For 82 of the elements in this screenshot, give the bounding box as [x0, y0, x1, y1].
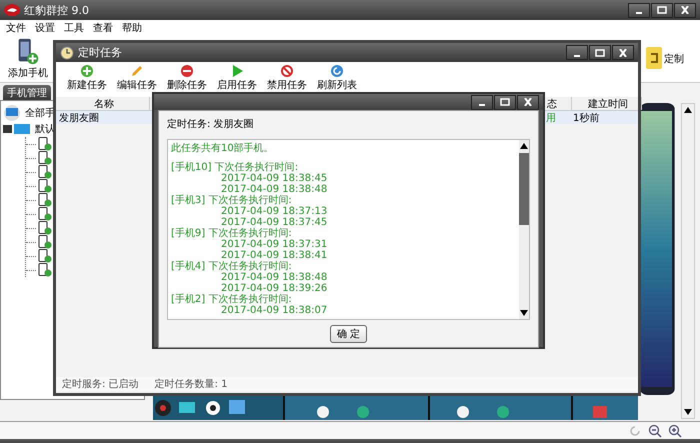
folder-icon [3, 123, 31, 135]
zoom-in-icon[interactable] [668, 424, 682, 438]
minimize-icon [479, 104, 485, 106]
phone-icon[interactable] [38, 207, 52, 221]
log-text-area[interactable] [167, 139, 530, 320]
maximize-button[interactable] [589, 45, 611, 60]
menu-item[interactable]: 文件 [6, 21, 26, 35]
menu-item[interactable]: 工具 [64, 21, 84, 35]
phone-icon[interactable] [38, 137, 52, 151]
pencil-icon [130, 64, 144, 78]
close-icon [523, 98, 533, 106]
column-header[interactable]: 态 [547, 97, 572, 110]
scroll-up-icon[interactable] [684, 107, 692, 113]
maximize-icon [657, 6, 667, 14]
phone-icon[interactable] [38, 151, 52, 165]
window-title: 定时任务 [78, 45, 122, 60]
table-cell-text: 发朋友圈 [58, 112, 100, 124]
scroll-down-icon[interactable] [684, 409, 692, 415]
play-icon [230, 64, 244, 78]
status-text: 定时服务: 已启动 [62, 378, 139, 391]
monitor-icon [3, 105, 21, 121]
log-line: 2017-04-09 18:37:31 [221, 239, 328, 250]
ok-button[interactable]: 确 定 [330, 325, 368, 343]
close-icon [680, 6, 690, 14]
table-cell-text: 用 [546, 112, 557, 124]
log-line: 2017-04-09 18:37:13 [221, 206, 328, 217]
log-line: 2017-04-09 18:38:07 [221, 305, 328, 316]
log-line: 2017-04-09 18:37:45 [221, 217, 328, 228]
log-line: 2017-04-09 18:38:48 [221, 184, 328, 195]
log-line: 2017-04-09 18:38:41 [221, 250, 328, 261]
maximize-button[interactable] [494, 94, 516, 110]
phone-icon[interactable] [38, 263, 52, 277]
close-button[interactable] [517, 94, 539, 110]
close-button[interactable] [612, 45, 634, 60]
log-line: 2017-04-09 18:39:26 [221, 283, 328, 294]
menu-item[interactable]: 帮助 [122, 21, 142, 35]
phone-icon[interactable] [38, 193, 52, 207]
phone-icon[interactable] [38, 249, 52, 263]
status-text: 定时任务数量: 1 [154, 378, 228, 391]
log-line: [手机10] 下次任务执行时间: [171, 162, 298, 173]
document-icon [644, 46, 664, 72]
scrollbar[interactable] [681, 103, 695, 419]
minimize-button[interactable] [471, 94, 493, 110]
zoom-out-icon[interactable] [648, 424, 662, 438]
maximize-icon [595, 48, 605, 56]
phone-icon[interactable] [38, 221, 52, 235]
custom-button[interactable]: 定制 [642, 36, 686, 82]
prohibited-icon [280, 64, 294, 78]
column-header[interactable]: 建立时间 [572, 97, 642, 110]
scroll-up-icon[interactable] [520, 143, 528, 149]
add-phone-button[interactable]: 添加手机 [6, 36, 50, 82]
toolbar-button[interactable]: 新建任务 [64, 62, 110, 97]
toolbar-button[interactable]: 编辑任务 [114, 62, 160, 97]
logo-icon [4, 4, 20, 16]
clock-icon [60, 46, 74, 60]
window-title: 红豹群控 9.0 [24, 2, 89, 18]
close-button[interactable] [674, 2, 696, 18]
log-line: 2017-04-09 18:38:45 [221, 173, 328, 184]
minimize-button[interactable] [628, 2, 650, 18]
log-line: 2017-04-09 18:38:48 [221, 272, 328, 283]
log-line: 此任务共有10部手机。 [171, 143, 274, 154]
column-header[interactable]: 名称 [56, 97, 150, 110]
scrollbar[interactable] [519, 140, 529, 319]
maximize-button[interactable] [651, 2, 673, 18]
maximize-icon [500, 98, 510, 106]
log-line: [手机2] 下次任务执行时间: [171, 294, 292, 305]
close-icon [618, 48, 628, 56]
minimize-icon [636, 12, 642, 14]
log-line: [手机9] 下次任务执行时间: [171, 228, 292, 239]
tab[interactable]: 手机管理 [3, 85, 51, 101]
phone-icon[interactable] [38, 235, 52, 249]
dialog-heading: 定时任务: 发朋友圈 [167, 118, 254, 131]
phone-icon[interactable] [38, 165, 52, 179]
log-line: [手机3] 下次任务执行时间: [171, 195, 292, 206]
phone-icon[interactable] [38, 179, 52, 193]
scroll-down-icon[interactable] [520, 310, 528, 316]
minimize-button[interactable] [566, 45, 588, 60]
table-cell-text: 1秒前 [572, 112, 600, 124]
log-line: [手机4] 下次任务执行时间: [171, 261, 292, 272]
minimize-icon [574, 54, 580, 56]
menu-item[interactable]: 设置 [35, 21, 55, 35]
menu-item[interactable]: 查看 [93, 21, 113, 35]
